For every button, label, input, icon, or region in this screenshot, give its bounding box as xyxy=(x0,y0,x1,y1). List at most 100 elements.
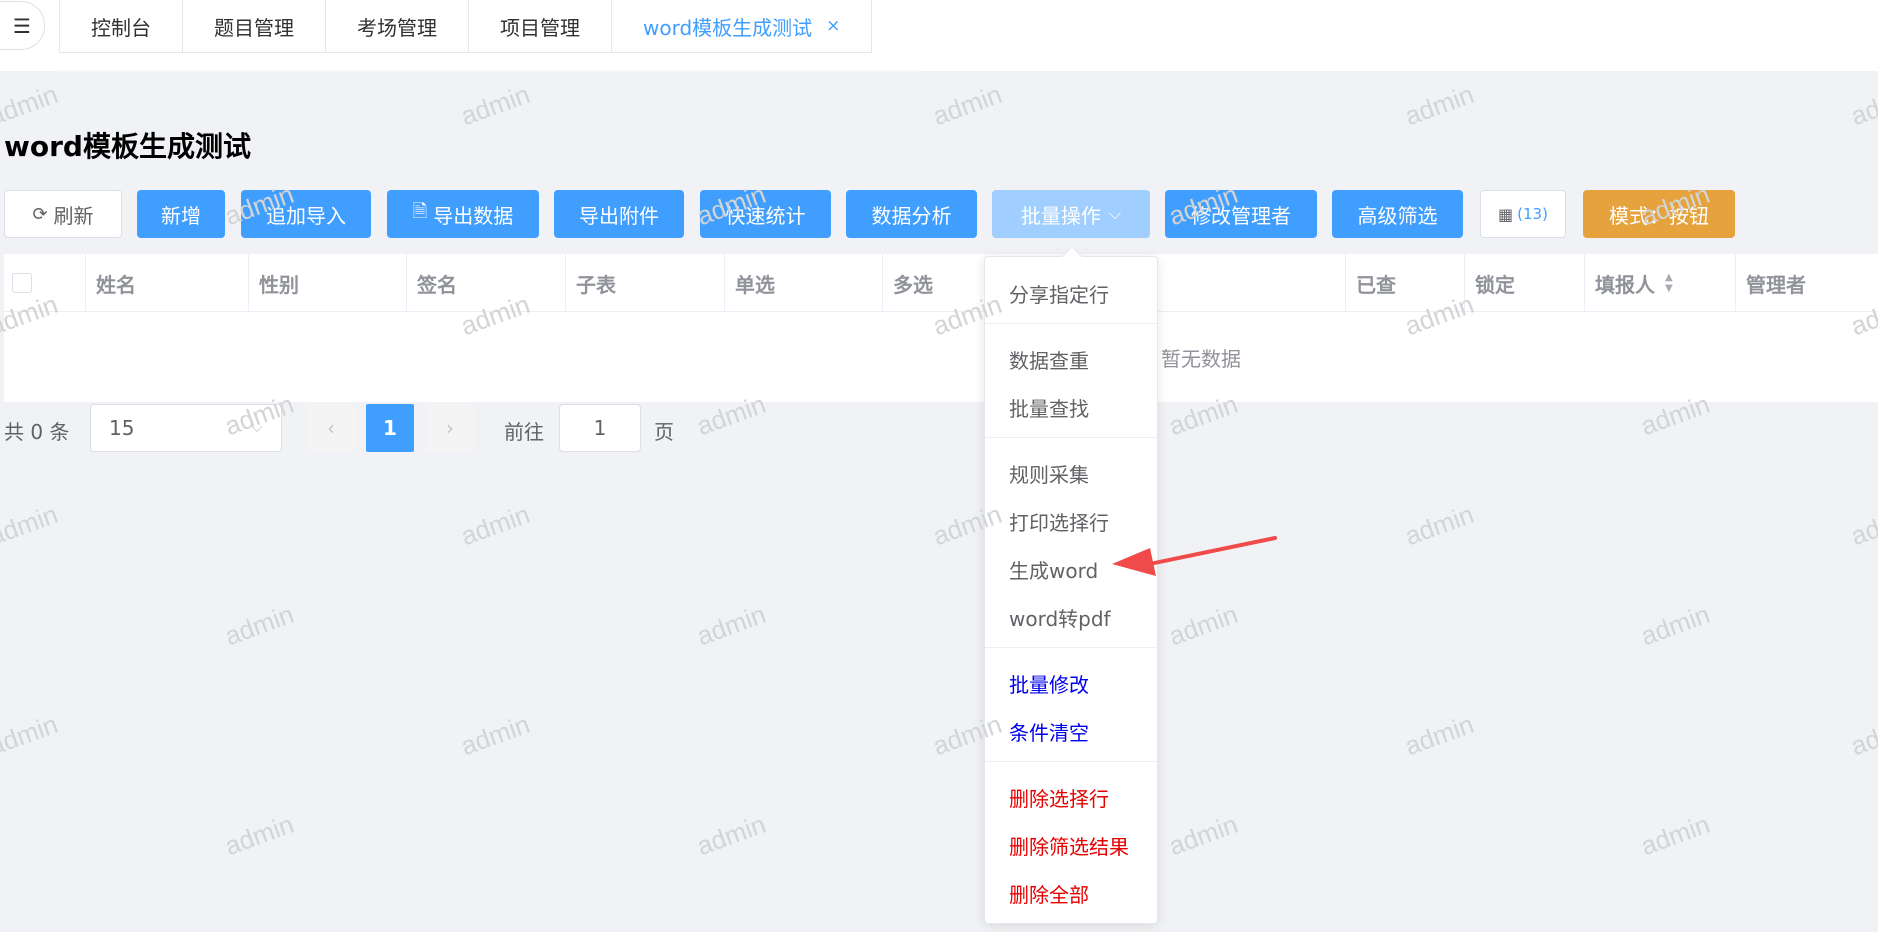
append-import-button[interactable]: 追加导入 xyxy=(241,190,371,238)
tab-exam-room-management[interactable]: 考场管理 xyxy=(326,0,469,52)
column-header[interactable]: 锁定 xyxy=(1465,254,1585,312)
table-header: 姓名 性别 签名 子表 单选 多选 已查 锁定 填报人 ▲ ▼ 管理者 xyxy=(4,254,1878,312)
column-label: 已查 xyxy=(1356,272,1396,297)
button-label: 数据分析 xyxy=(871,203,952,228)
advanced-filter-button[interactable]: 高级筛选 xyxy=(1332,190,1463,238)
chevron-down-icon: ⌵ xyxy=(250,417,263,436)
watermark-text: admin xyxy=(1400,708,1478,762)
add-button[interactable]: 新增 xyxy=(137,190,225,238)
close-icon[interactable]: × xyxy=(826,16,840,36)
columns-toggle-button[interactable]: ▦ (13) xyxy=(1480,190,1566,238)
chevron-left-icon: ‹ xyxy=(327,416,335,440)
menu-divider xyxy=(985,323,1157,324)
watermark-text: admin xyxy=(1400,498,1478,552)
button-label: 刷新 xyxy=(53,203,94,228)
watermark-text: admin xyxy=(0,708,62,762)
menu-item-duplicate-check[interactable]: 数据查重 xyxy=(1009,345,1089,374)
column-label: 子表 xyxy=(576,272,616,297)
column-header[interactable]: 姓名 xyxy=(86,254,249,312)
menu-divider xyxy=(985,437,1157,438)
watermark-text: admin xyxy=(220,808,298,862)
menu-toggle-button[interactable]: ☰ xyxy=(0,1,45,50)
column-label: 性别 xyxy=(259,272,299,297)
refresh-button[interactable]: ⟳ 刷新 xyxy=(4,190,122,238)
watermark-text: admin xyxy=(928,78,1006,132)
tab-project-management[interactable]: 项目管理 xyxy=(469,0,612,52)
column-label: 锁定 xyxy=(1475,272,1515,297)
modify-admin-button[interactable]: 修改管理者 xyxy=(1165,190,1317,238)
watermark-text: admin xyxy=(1164,598,1242,652)
watermark-text: admin xyxy=(692,598,770,652)
export-attachments-button[interactable]: 导出附件 xyxy=(554,190,684,238)
watermark-text: admin xyxy=(1846,498,1878,552)
column-header[interactable]: 填报人 ▲ ▼ xyxy=(1585,254,1736,312)
column-header[interactable]: 签名 xyxy=(407,254,566,312)
empty-text: 暂无数据 xyxy=(1161,346,1241,371)
watermark-text: admin xyxy=(0,498,62,552)
watermark-text: admin xyxy=(1636,598,1714,652)
data-analysis-button[interactable]: 数据分析 xyxy=(846,190,977,238)
export-data-button[interactable]: 🗎 导出数据 xyxy=(387,190,539,238)
mode-button[interactable]: 模式：按钮 xyxy=(1583,190,1735,238)
column-header[interactable]: 单选 xyxy=(725,254,883,312)
select-all-cell xyxy=(4,254,86,312)
button-label: 批量操作 xyxy=(1020,203,1101,228)
button-label: 追加导入 xyxy=(266,203,346,228)
page-size-select[interactable]: 15 ⌵ xyxy=(90,404,282,452)
menu-item-generate-word[interactable]: 生成word xyxy=(1009,555,1098,584)
column-label: 单选 xyxy=(735,272,775,297)
column-header[interactable]: 管理者 xyxy=(1736,254,1878,312)
menu-item-delete-selected[interactable]: 删除选择行 xyxy=(1009,783,1109,812)
annotation-arrow-icon xyxy=(1112,536,1277,576)
current-page-button[interactable]: 1 xyxy=(366,404,414,452)
watermark-text: admin xyxy=(456,708,534,762)
menu-item-batch-find[interactable]: 批量查找 xyxy=(1009,393,1089,422)
watermark-text: admin xyxy=(456,78,534,132)
select-all-checkbox[interactable] xyxy=(12,273,32,293)
menu-divider xyxy=(985,647,1157,648)
next-page-button[interactable]: › xyxy=(426,404,474,452)
tab-label: 控制台 xyxy=(91,15,151,40)
menu-item-batch-edit[interactable]: 批量修改 xyxy=(1009,669,1089,698)
data-table: 姓名 性别 签名 子表 单选 多选 已查 锁定 填报人 ▲ ▼ 管理者 暂无数据 xyxy=(4,254,1878,402)
watermark-text: admin xyxy=(1400,78,1478,132)
button-label: 高级筛选 xyxy=(1357,203,1438,228)
menu-item-delete-all[interactable]: 删除全部 xyxy=(1009,879,1089,908)
dropdown-caret xyxy=(1062,246,1082,266)
menu-item-word-to-pdf[interactable]: word转pdf xyxy=(1009,603,1111,632)
button-label: 快速统计 xyxy=(725,203,806,228)
button-label: 导出数据 xyxy=(433,203,514,228)
watermark-text: admin xyxy=(1164,808,1242,862)
menu-item-delete-filtered[interactable]: 删除筛选结果 xyxy=(1009,831,1129,860)
chevron-down-icon: ⌵ xyxy=(1108,204,1122,223)
menu-item-print-selected[interactable]: 打印选择行 xyxy=(1009,507,1109,536)
page-title: word模板生成测试 xyxy=(4,130,251,163)
batch-operations-button[interactable]: 批量操作 ⌵ xyxy=(992,190,1150,238)
column-header[interactable]: 子表 xyxy=(566,254,725,312)
tab-strip: 控制台 题目管理 考场管理 项目管理 word模板生成测试 × xyxy=(59,0,873,53)
menu-item-rule-collect[interactable]: 规则采集 xyxy=(1009,459,1089,488)
quick-stats-button[interactable]: 快速统计 xyxy=(700,190,831,238)
document-icon: 🗎 xyxy=(412,201,428,222)
goto-page-input[interactable]: 1 xyxy=(559,404,641,452)
tab-console[interactable]: 控制台 xyxy=(60,0,183,52)
refresh-icon: ⟳ xyxy=(32,203,48,225)
watermark-text: admin xyxy=(456,498,534,552)
column-label: 签名 xyxy=(417,272,457,297)
column-header[interactable]: 性别 xyxy=(249,254,407,312)
menu-item-share-rows[interactable]: 分享指定行 xyxy=(1009,279,1109,308)
column-label: 管理者 xyxy=(1746,272,1806,297)
watermark-text: admin xyxy=(1846,708,1878,762)
page-size-value: 15 xyxy=(109,416,135,440)
column-label: 姓名 xyxy=(96,272,136,297)
tab-label: word模板生成测试 xyxy=(643,15,813,40)
tab-word-template-test[interactable]: word模板生成测试 × xyxy=(612,0,871,52)
watermark-text: admin xyxy=(692,808,770,862)
tab-question-management[interactable]: 题目管理 xyxy=(183,0,326,52)
sort-icon[interactable]: ▲ ▼ xyxy=(1665,272,1673,294)
menu-item-clear-by-condition[interactable]: 条件清空 xyxy=(1009,717,1089,746)
menu-divider xyxy=(985,761,1157,762)
prev-page-button[interactable]: ‹ xyxy=(307,404,355,452)
column-label: 填报人 xyxy=(1595,272,1655,297)
column-header[interactable]: 已查 xyxy=(1346,254,1465,312)
